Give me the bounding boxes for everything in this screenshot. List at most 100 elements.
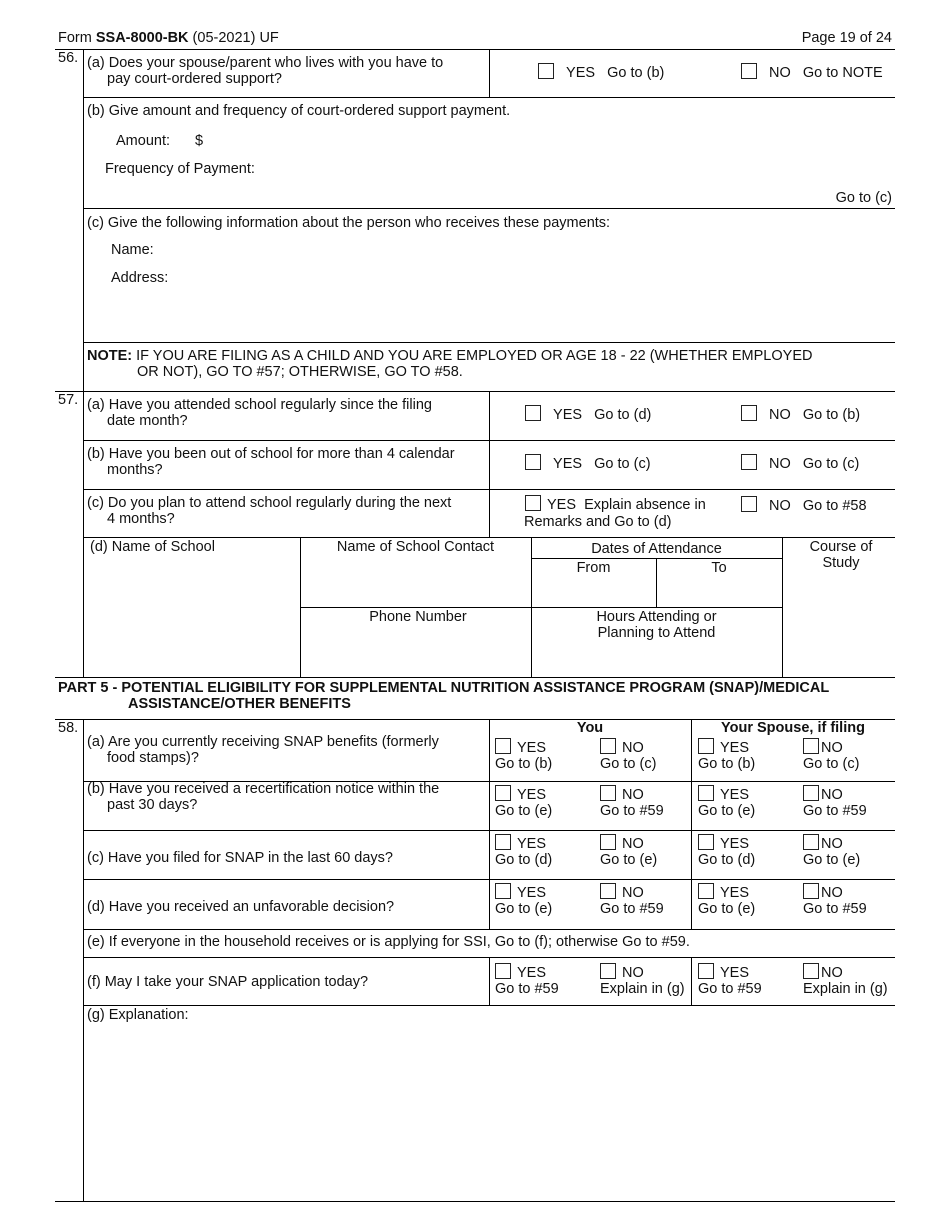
you-yes-option[interactable]: YES Go to (d) [495,834,552,868]
yes-label: YES [720,787,750,803]
you-no-option[interactable]: NO Go to (e) [600,834,657,868]
no-label: NO [821,740,843,756]
no-checkbox[interactable] [600,834,616,850]
course-of-study-header: Course of Study [782,539,900,571]
goto-instruction: Go to (e) [495,901,553,917]
goto-instruction: Go to (e) [495,803,553,819]
q57c-yes-option[interactable]: YES Explain absence in [525,495,706,513]
no-label: NO [622,836,644,852]
q57b-question: (b) Have you been out of school for more… [87,446,455,478]
yes-checkbox[interactable] [495,834,511,850]
school-name-header: (d) Name of School [90,539,215,555]
yes-checkbox[interactable] [495,883,511,899]
q57c-line1: (c) Do you plan to attend school regular… [87,495,452,511]
from-date-field[interactable] [534,578,654,606]
column-header-you: You [576,720,604,736]
spouse-no-option[interactable]: NO Go to #59 [803,785,867,819]
no-checkbox[interactable] [741,63,757,79]
you-no-option[interactable]: NO Go to #59 [600,883,664,917]
you-no-option[interactable]: NO Explain in (g) [600,963,685,997]
course-line2: Study [822,555,860,571]
you-no-option[interactable]: NO Go to (c) [600,738,656,772]
divider [531,558,782,559]
no-label: NO Go to (b) [769,407,861,423]
divider [83,440,895,441]
spouse-yes-option[interactable]: YES Go to (b) [698,738,755,772]
q58g-explanation-field[interactable] [87,1026,892,1198]
q56a-yes-option[interactable]: YES Go to (b) [538,63,664,81]
spouse-yes-option[interactable]: YES Go to (d) [698,834,755,868]
no-checkbox[interactable] [803,834,819,850]
no-checkbox[interactable] [741,405,757,421]
q56-note: NOTE: IF YOU ARE FILING AS A CHILD AND Y… [87,348,812,380]
no-checkbox[interactable] [741,496,757,512]
spouse-no-option[interactable]: NO Go to (e) [803,834,860,868]
goto-instruction: Explain in (g) [600,981,685,997]
school-name-field[interactable] [86,558,298,674]
spouse-yes-option[interactable]: YES Go to (e) [698,785,755,819]
yes-label: YES [720,885,750,901]
yes-checkbox[interactable] [698,883,714,899]
hours-line2: Planning to Attend [597,625,716,641]
to-date-field[interactable] [659,578,779,606]
q57b-no-option[interactable]: NO Go to (c) [741,454,859,472]
you-yes-option[interactable]: YES Go to #59 [495,963,559,997]
yes-checkbox[interactable] [538,63,554,79]
you-no-option[interactable]: NO Go to #59 [600,785,664,819]
amount-field[interactable] [210,128,510,150]
yes-checkbox[interactable] [698,834,714,850]
q57a-yes-option[interactable]: YES Go to (d) [525,405,651,423]
yes-checkbox[interactable] [698,963,714,979]
no-checkbox[interactable] [600,883,616,899]
no-checkbox[interactable] [600,785,616,801]
yes-checkbox[interactable] [525,454,541,470]
yes-checkbox[interactable] [495,963,511,979]
yes-checkbox[interactable] [495,738,511,754]
you-yes-option[interactable]: YES Go to (b) [495,738,552,772]
phone-number-field[interactable] [303,628,529,674]
spouse-yes-option[interactable]: YES Go to (e) [698,883,755,917]
no-checkbox[interactable] [803,738,819,754]
spouse-yes-option[interactable]: YES Go to #59 [698,963,762,997]
q57c-no-option[interactable]: NO Go to #58 [741,496,867,514]
goto-instruction: Go to #59 [803,901,867,917]
address-label: Address: [111,270,169,286]
no-checkbox[interactable] [741,454,757,470]
amount-label: Amount: [116,133,170,149]
goto-instruction: Go to (d) [495,852,553,868]
no-checkbox[interactable] [803,785,819,801]
yes-checkbox[interactable] [525,405,541,421]
goto-instruction: Go to #59 [600,803,664,819]
yes-checkbox[interactable] [698,738,714,754]
no-checkbox[interactable] [803,883,819,899]
part5-heading-line1: PART 5 - POTENTIAL ELIGIBILITY FOR SUPPL… [58,680,830,696]
spouse-no-option[interactable]: NO Explain in (g) [803,963,888,997]
you-yes-option[interactable]: YES Go to (e) [495,883,552,917]
you-yes-option[interactable]: YES Go to (e) [495,785,552,819]
name-field[interactable] [165,237,665,259]
no-label: NO Go to #58 [769,498,867,514]
no-label: NO Go to (c) [769,456,860,472]
spouse-no-option[interactable]: NO Go to (c) [803,738,859,772]
no-checkbox[interactable] [803,963,819,979]
frequency-field[interactable] [270,156,570,178]
hours-attending-field[interactable] [534,646,780,674]
yes-checkbox[interactable] [525,495,541,511]
school-contact-field[interactable] [303,558,529,605]
frequency-label: Frequency of Payment: [105,161,255,177]
q57a-no-option[interactable]: NO Go to (b) [741,405,860,423]
yes-checkbox[interactable] [495,785,511,801]
spouse-no-option[interactable]: NO Go to #59 [803,883,867,917]
q58-question-text: (c) Have you filed for SNAP in the last … [87,850,393,866]
no-label: NO [821,885,843,901]
address-field[interactable] [180,265,780,335]
yes-checkbox[interactable] [698,785,714,801]
course-of-study-field[interactable] [785,578,895,674]
q56a-no-option[interactable]: NO Go to NOTE [741,63,883,81]
no-label: NO [622,787,644,803]
question-line1: (a) Are you currently receiving SNAP ben… [87,734,439,750]
q57b-yes-option[interactable]: YES Go to (c) [525,454,651,472]
goto-instruction: Go to #59 [495,981,559,997]
no-checkbox[interactable] [600,963,616,979]
no-checkbox[interactable] [600,738,616,754]
